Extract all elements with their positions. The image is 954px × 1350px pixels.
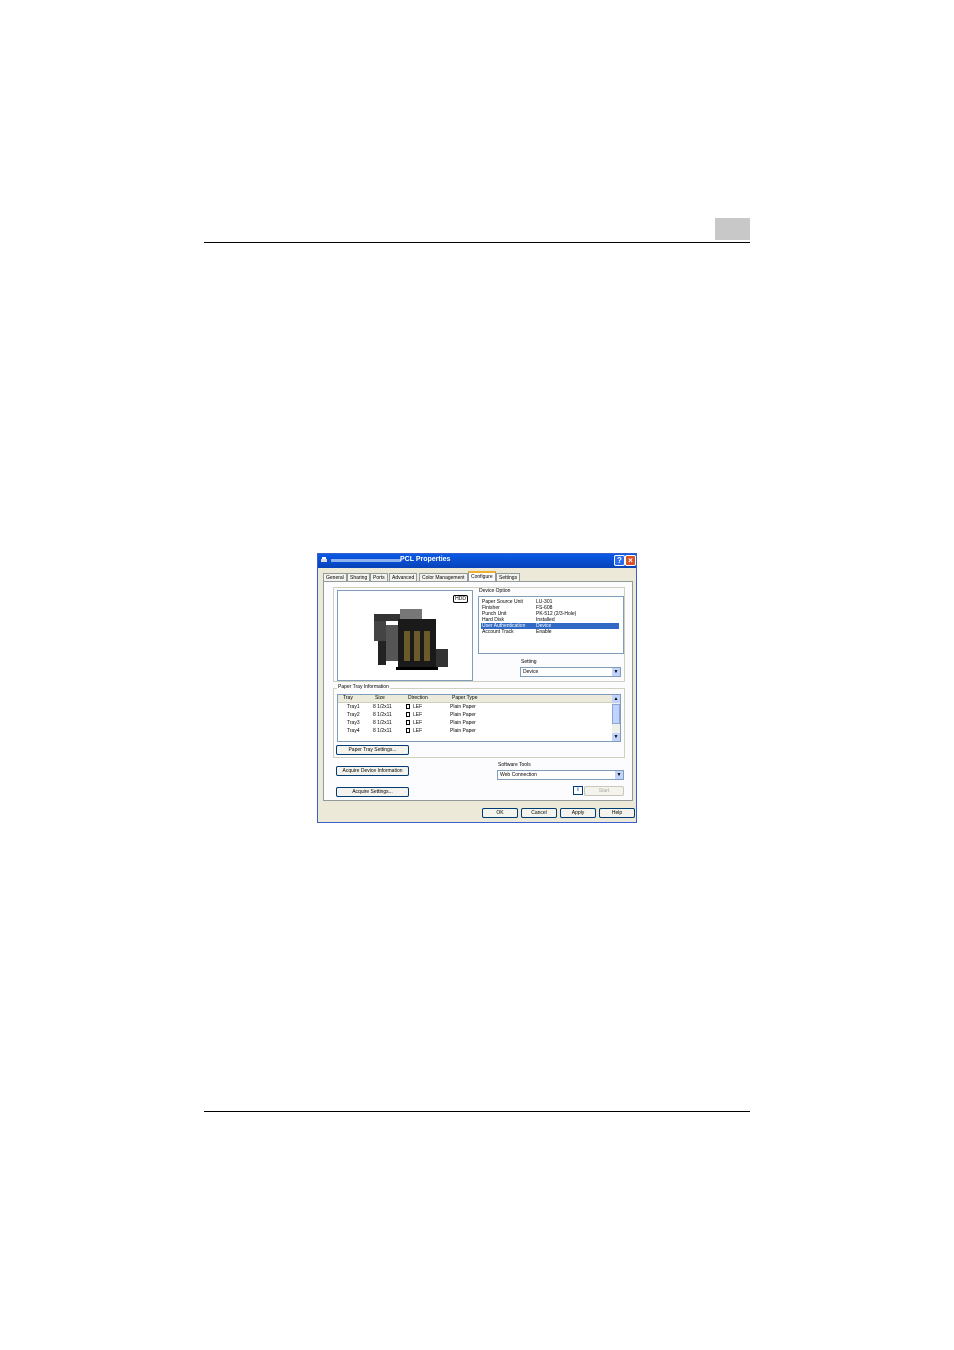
paper-tray-label: Paper Tray Information — [337, 684, 390, 690]
copier-image — [374, 609, 448, 670]
software-tools-select[interactable]: Web Connection ▼ — [497, 770, 624, 780]
lef-paper-icon — [406, 712, 411, 719]
tab-sharing[interactable]: Sharing — [347, 573, 371, 581]
chevron-down-icon[interactable]: ▼ — [612, 668, 620, 676]
printer-icon — [321, 557, 327, 562]
tab-color-management[interactable]: Color Management — [419, 573, 468, 581]
device-option-list[interactable]: Paper Source Unit LU-301 Finisher FS-608 P… — [478, 596, 624, 654]
scroll-thumb[interactable] — [612, 704, 620, 724]
help-button[interactable]: Help — [599, 808, 635, 818]
tab-advanced[interactable]: Advanced — [389, 573, 418, 581]
start-button[interactable]: Start — [584, 786, 624, 796]
pcl-properties-dialog: PCL Properties ? × General Sharing Ports… — [317, 553, 637, 823]
device-preview: HDD — [337, 590, 473, 681]
acquire-device-information-button[interactable]: Acquire Device Information — [336, 766, 409, 776]
title-bar[interactable]: PCL Properties ? × — [318, 554, 636, 568]
hdd-badge: HDD — [453, 595, 468, 603]
software-tools-value: Web Connection — [500, 772, 537, 778]
software-tools-label: Software Tools — [498, 762, 531, 768]
table-row[interactable]: Tray1 8 1/2x11 LEF Plain Paper — [338, 704, 620, 712]
scroll-up-icon[interactable]: ▲ — [612, 695, 620, 703]
tab-ports[interactable]: Ports — [370, 573, 388, 581]
cancel-button[interactable]: Cancel — [521, 808, 557, 818]
list-item[interactable]: Account Track Enable — [481, 629, 619, 635]
lef-paper-icon — [406, 720, 411, 727]
footer-rule — [204, 1111, 750, 1112]
printer-name-masked — [331, 559, 401, 562]
setting-select[interactable]: Device ▼ — [520, 667, 621, 677]
lef-paper-icon — [406, 728, 411, 735]
help-question-icon[interactable]: ? — [614, 555, 625, 566]
setting-value: Device — [523, 669, 539, 675]
ok-button[interactable]: OK — [482, 808, 518, 818]
table-row[interactable]: Tray2 8 1/2x11 LEF Plain Paper — [338, 712, 620, 720]
lef-paper-icon — [406, 704, 411, 711]
chevron-down-icon[interactable]: ▼ — [615, 771, 623, 779]
table-row[interactable]: Tray3 8 1/2x11 LEF Plain Paper — [338, 720, 620, 728]
table-row[interactable]: Tray4 8 1/2x11 LEF Plain Paper — [338, 728, 620, 736]
device-option-label: Device Option — [478, 588, 512, 594]
scroll-down-icon[interactable]: ▼ — [612, 733, 620, 741]
info-icon[interactable]: i — [573, 786, 583, 795]
close-icon[interactable]: × — [625, 555, 636, 566]
table-scrollbar[interactable]: ▲ ▼ — [612, 695, 620, 741]
dialog-title: PCL Properties — [400, 556, 451, 563]
tab-general[interactable]: General — [323, 573, 347, 581]
acquire-settings-button[interactable]: Acquire Settings... — [336, 787, 409, 797]
paper-tray-settings-button[interactable]: Paper Tray Settings... — [336, 745, 409, 755]
tab-settings[interactable]: Settings — [496, 573, 521, 581]
chapter-tab — [715, 218, 750, 240]
table-header: Tray Size Direction Paper Type — [338, 695, 620, 703]
header-rule — [204, 242, 750, 243]
apply-button[interactable]: Apply — [560, 808, 596, 818]
paper-tray-table[interactable]: Tray Size Direction Paper Type Tray1 8 1… — [337, 694, 621, 742]
setting-label: Setting — [521, 659, 537, 665]
